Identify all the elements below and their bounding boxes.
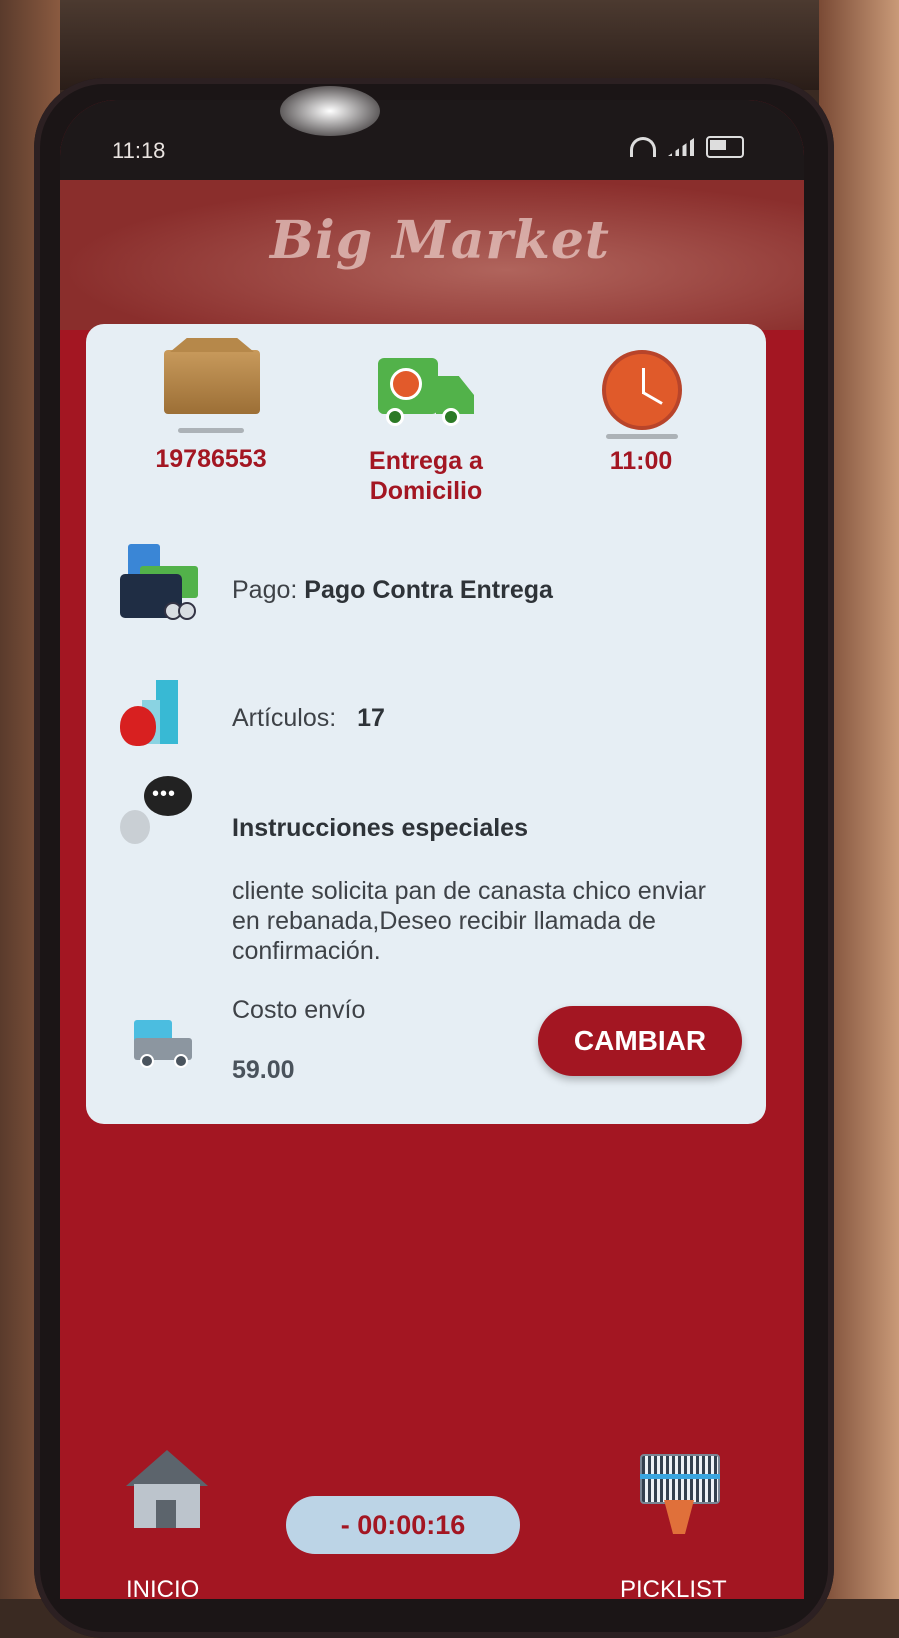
elapsed-timer: - 00:00:16 [286,1496,520,1554]
package-icon [164,350,260,414]
app-screen: 11:18 Big Market 19786553 Entrega a Domi… [60,100,804,1599]
clock-icon-shadow [606,434,678,439]
home-label[interactable]: INICIO [126,1576,199,1599]
bottom-nav: INICIO - 00:00:16 PICKLIST [60,1450,804,1599]
order-id: 19786553 [155,445,267,473]
shipping-cost-label: Costo envío [232,996,366,1024]
status-bar: 11:18 [60,100,804,180]
delivery-type: Entrega a Domicilio [369,447,483,505]
barcode-scan-icon[interactable] [640,1454,720,1538]
instructions-text: cliente solicita pan de canasta chico en… [232,877,706,965]
shipping-cost-value: 59.00 [232,1056,295,1084]
instructions-row: Instrucciones especiales [86,776,766,876]
clock-icon [602,350,682,430]
wallet-icon [120,544,200,620]
status-icons [630,136,744,158]
payment-row: Pago: Pago Contra Entrega [86,544,766,624]
home-icon[interactable] [126,1450,208,1530]
change-button[interactable]: CAMBIAR [538,1006,742,1076]
picklist-label[interactable]: PICKLIST [620,1576,727,1599]
delivery-time: 11:00 [609,447,673,475]
payment-label: Pago: [232,576,298,604]
shipping-truck-icon [120,1020,196,1068]
items-row: Artículos: 17 [86,680,766,760]
signal-icon [668,138,694,156]
items-count: 17 [357,704,385,732]
screen-glare [280,86,380,136]
delivery-truck-icon [378,358,474,428]
payment-method: Pago Contra Entrega [304,576,553,604]
battery-icon [706,136,744,158]
status-time: 11:18 [112,138,166,163]
wifi-icon [630,137,656,157]
background-top [0,0,899,90]
package-icon-shadow [178,428,244,433]
order-detail-card: 19786553 Entrega a Domicilio 11:00 Pago:… [86,324,766,1124]
instructions-title: Instrucciones especiales [232,814,528,842]
items-text: Artículos: 17 [232,704,385,733]
payment-text: Pago: Pago Contra Entrega [232,576,553,605]
items-icon [120,680,190,750]
chat-icon [120,776,200,866]
items-label: Artículos: [232,704,337,732]
app-logo: Big Market [270,210,610,271]
